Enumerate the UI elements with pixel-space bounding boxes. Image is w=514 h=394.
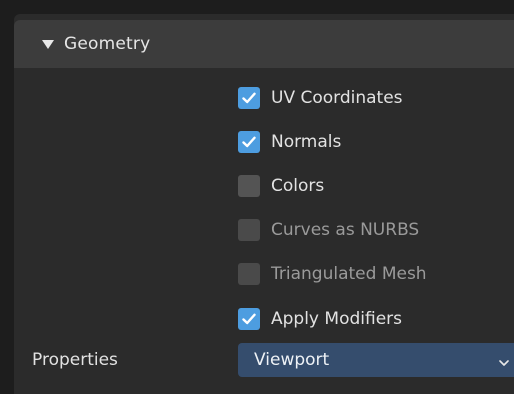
panel-title: Geometry: [64, 34, 151, 54]
checkbox-box[interactable]: [238, 219, 260, 241]
option-label: Apply Modifiers: [271, 309, 402, 329]
check-icon[interactable]: [238, 308, 260, 330]
properties-dropdown[interactable]: Viewport: [238, 343, 514, 377]
triangle-down-icon[interactable]: [42, 39, 54, 49]
option-label: Normals: [271, 132, 342, 152]
dropdown-value: Viewport: [254, 350, 330, 370]
option-label: Triangulated Mesh: [271, 264, 427, 284]
properties-editor: Geometry UV Coordinates Normals Colors C…: [0, 0, 514, 394]
checkbox-box[interactable]: [238, 175, 260, 197]
chevron-down-icon[interactable]: [498, 354, 510, 373]
curves-as-nurbs-checkbox[interactable]: Curves as NURBS: [238, 217, 419, 243]
apply-modifiers-checkbox[interactable]: Apply Modifiers: [238, 306, 402, 332]
option-label: UV Coordinates: [271, 88, 403, 108]
option-label: Colors: [271, 176, 325, 196]
uv-coordinates-checkbox[interactable]: UV Coordinates: [238, 85, 403, 111]
check-icon[interactable]: [238, 87, 260, 109]
geometry-panel-header[interactable]: Geometry: [14, 20, 514, 68]
triangulated-mesh-checkbox[interactable]: Triangulated Mesh: [238, 261, 427, 287]
properties-label: Properties: [32, 350, 118, 370]
geometry-panel: [14, 14, 514, 394]
normals-checkbox[interactable]: Normals: [238, 129, 341, 155]
check-icon[interactable]: [238, 131, 260, 153]
checkbox-box[interactable]: [238, 263, 260, 285]
colors-checkbox[interactable]: Colors: [238, 173, 324, 199]
option-label: Curves as NURBS: [271, 220, 420, 240]
